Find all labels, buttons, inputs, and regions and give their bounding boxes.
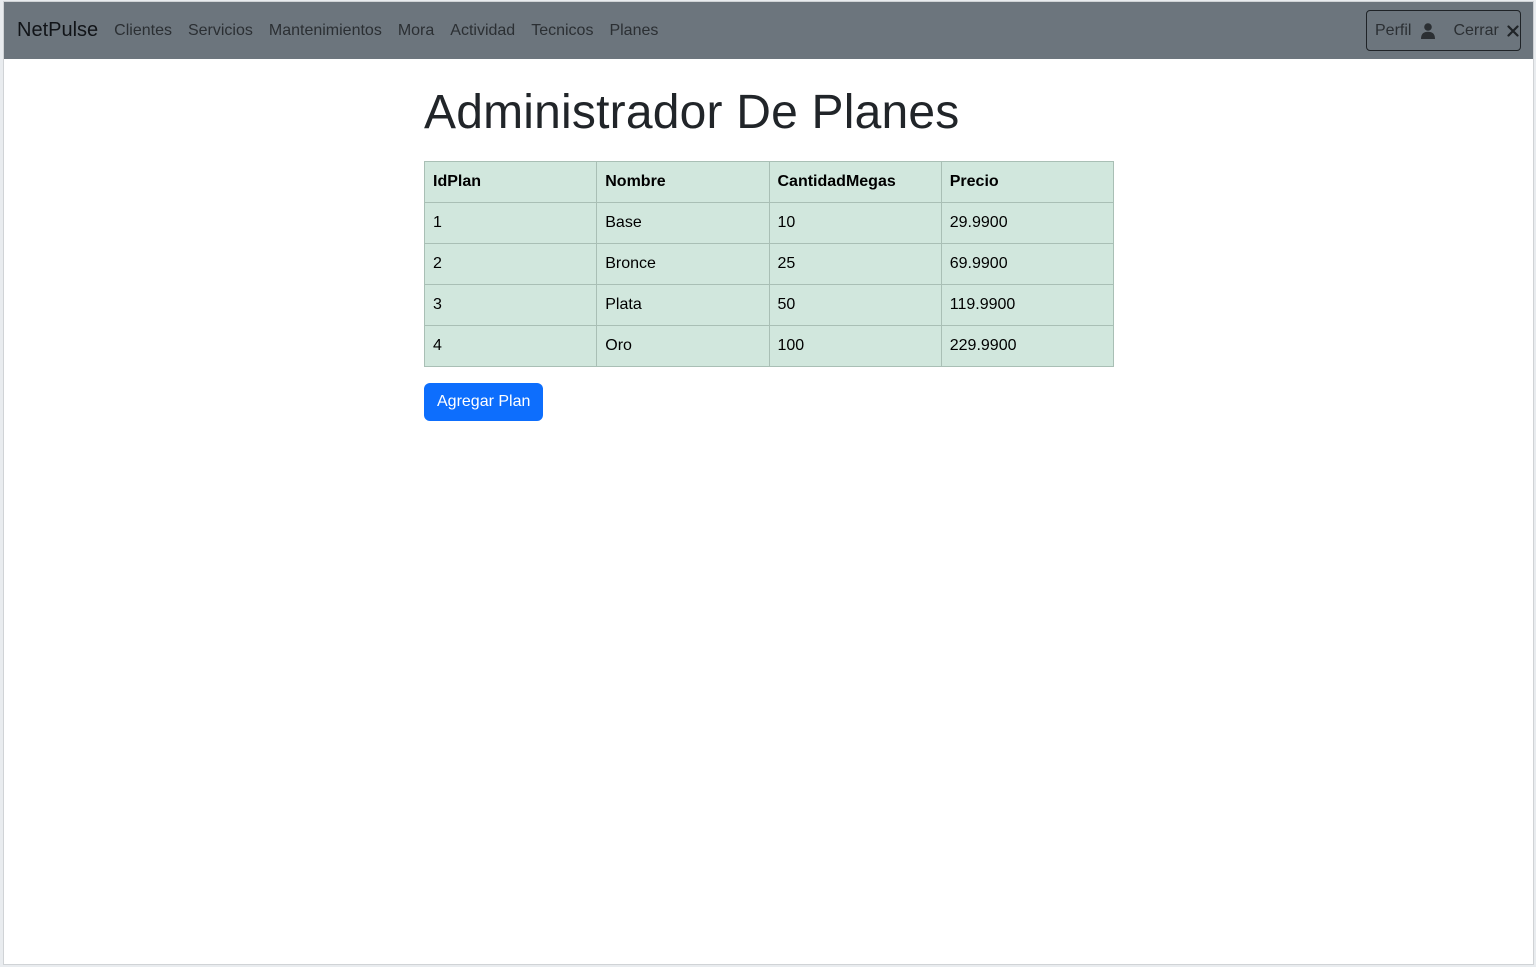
profile-link[interactable]: Perfil xyxy=(1375,21,1436,40)
nav-link-mantenimientos[interactable]: Mantenimientos xyxy=(269,22,382,40)
cell-idplan: 3 xyxy=(423,284,598,326)
add-plan-button[interactable]: Agregar Plan xyxy=(424,383,544,421)
page-title: Administrador De Planes xyxy=(424,86,960,139)
column-header-cantidadmegas: CantidadMegas xyxy=(768,161,942,203)
cell-nombre: Plata xyxy=(596,284,770,326)
table-header-row: IdPlan Nombre CantidadMegas Precio xyxy=(423,161,1115,203)
profile-label: Perfil xyxy=(1375,21,1412,39)
top-navbar: NetPulse Clientes Servicios Mantenimient… xyxy=(4,2,1533,59)
logout-link[interactable]: Cerrar xyxy=(1453,21,1519,40)
column-header-idplan: IdPlan xyxy=(423,161,598,203)
account-menu: Perfil Cerrar xyxy=(1366,10,1521,51)
cell-nombre: Base xyxy=(596,202,770,244)
cell-cantidadmegas: 10 xyxy=(768,202,942,244)
main-content: Administrador De Planes IdPlan Nombre Ca… xyxy=(423,59,1124,421)
brand-link[interactable]: NetPulse xyxy=(17,19,98,42)
cell-cantidadmegas: 50 xyxy=(768,284,942,326)
close-icon xyxy=(1507,24,1519,37)
column-header-nombre: Nombre xyxy=(596,161,770,203)
browser-viewport: NetPulse Clientes Servicios Mantenimient… xyxy=(3,1,1534,965)
nav-link-planes[interactable]: Planes xyxy=(609,22,658,40)
cell-cantidadmegas: 100 xyxy=(768,325,942,367)
nav-link-tecnicos[interactable]: Tecnicos xyxy=(531,22,593,40)
cell-idplan: 4 xyxy=(423,325,598,367)
cell-nombre: Bronce xyxy=(596,243,770,285)
cell-precio: 119.9900 xyxy=(940,284,1115,326)
table-row[interactable]: 1 Base 10 29.9900 xyxy=(423,202,1115,244)
nav-link-servicios[interactable]: Servicios xyxy=(188,22,253,40)
cell-precio: 69.9900 xyxy=(940,243,1115,285)
cell-nombre: Oro xyxy=(596,325,770,367)
nav-link-clientes[interactable]: Clientes xyxy=(114,22,172,40)
logout-label: Cerrar xyxy=(1453,21,1499,39)
cell-idplan: 2 xyxy=(423,243,598,285)
column-header-precio: Precio xyxy=(940,161,1115,203)
user-icon xyxy=(1421,22,1436,39)
cell-cantidadmegas: 25 xyxy=(768,243,942,285)
nav-links: Clientes Servicios Mantenimientos Mora A… xyxy=(114,22,674,40)
table-row[interactable]: 2 Bronce 25 69.9900 xyxy=(423,243,1115,285)
cell-idplan: 1 xyxy=(423,202,598,244)
cell-precio: 229.9900 xyxy=(940,325,1115,367)
table-row[interactable]: 3 Plata 50 119.9900 xyxy=(423,284,1115,326)
table-row[interactable]: 4 Oro 100 229.9900 xyxy=(423,325,1115,367)
plans-table: IdPlan Nombre CantidadMegas Precio 1 Bas… xyxy=(423,161,1115,367)
nav-link-mora[interactable]: Mora xyxy=(398,22,434,40)
cell-precio: 29.9900 xyxy=(940,202,1115,244)
nav-link-actividad[interactable]: Actividad xyxy=(450,22,515,40)
